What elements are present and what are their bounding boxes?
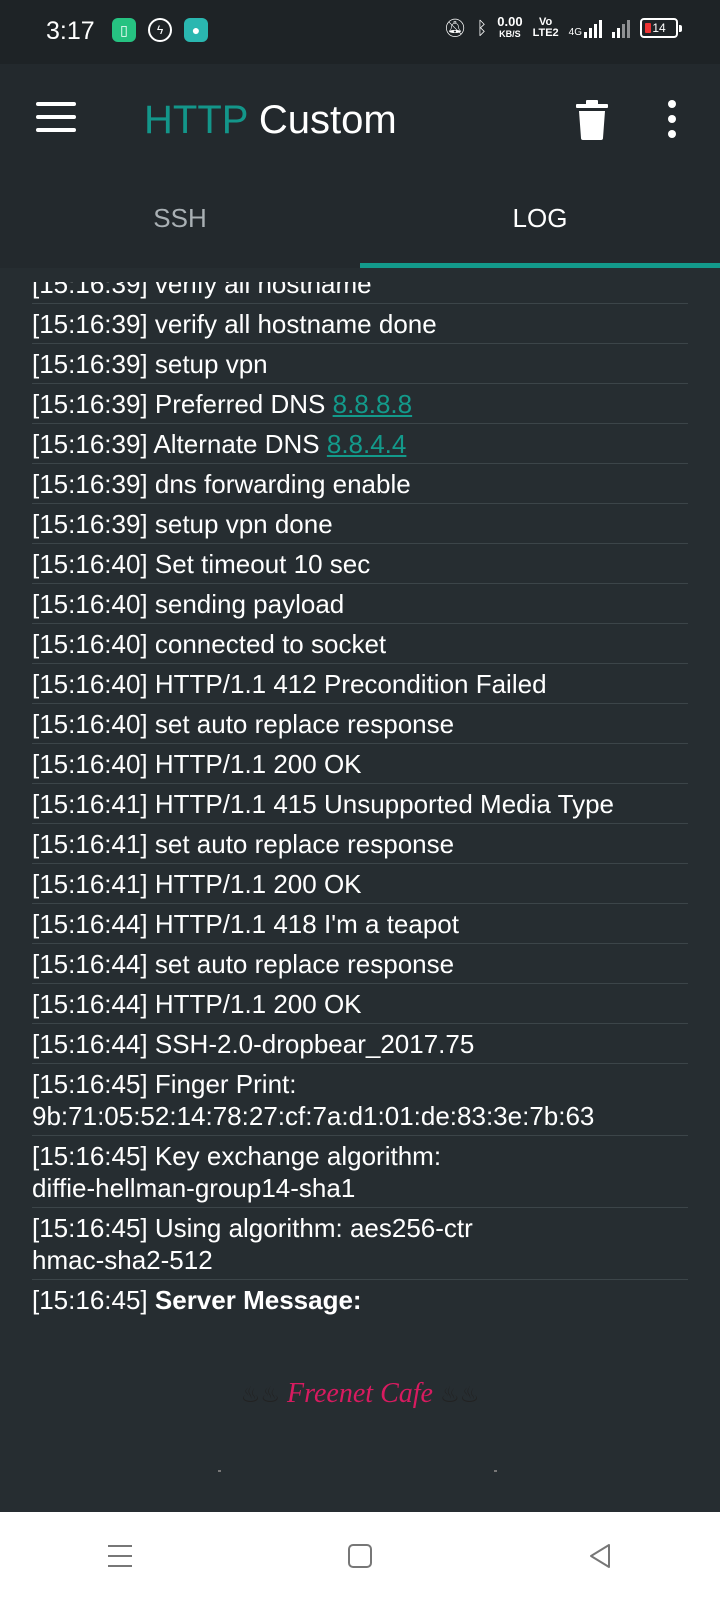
log-row: [15:16:40] Set timeout 10 sec (32, 544, 688, 584)
log-row: [15:16:39] Alternate DNS 8.8.4.4 (32, 424, 688, 464)
log-row: [15:16:39] verify all hostname (32, 282, 688, 304)
server-message-banner: ♨♨ Freenet Cafe ♨♨ (0, 1378, 720, 1410)
back-triangle-icon[interactable] (560, 1526, 640, 1586)
log-row: [15:16:44] set auto replace response (32, 944, 688, 984)
log-text: [15:16:40] set auto replace response (32, 709, 455, 739)
log-text: [15:16:40] HTTP/1.1 412 Precondition Fai… (32, 669, 547, 699)
log-text-continuation: diffie-hellman-group14-sha1 (32, 1173, 356, 1203)
app-notification-icon: ● (184, 18, 208, 42)
server-message-text: Freenet Cafe (287, 1378, 433, 1409)
log-text: [15:16:44] HTTP/1.1 200 OK (32, 989, 362, 1019)
bluetooth-icon: ᛒ (476, 17, 488, 38)
log-text: [15:16:39] verify all hostname done (32, 309, 437, 339)
log-row: [15:16:44] HTTP/1.1 418 I'm a teapot (32, 904, 688, 944)
app-title: HTTP Custom (144, 98, 397, 142)
log-row: [15:16:45] Finger Print: 9b:71:05:52:14:7… (32, 1064, 688, 1136)
dns-link[interactable]: 8.8.8.8 (333, 389, 413, 419)
log-text: [15:16:39] setup vpn (32, 349, 268, 379)
status-time: 3:17 (46, 17, 95, 45)
mute-bell-icon: 🔕︎ (443, 17, 467, 38)
log-text: [15:16:44] SSH-2.0-dropbear_2017.75 (32, 1029, 475, 1059)
signal-icon (584, 18, 602, 38)
hot-spring-icon: ♨♨ (240, 1382, 281, 1407)
log-text: [15:16:41] HTTP/1.1 415 Unsupported Medi… (32, 789, 614, 819)
log-text: [15:16:39] Preferred DNS (32, 389, 333, 419)
status-bar: 3:17 ▯ ϟ ● 🔕︎ ᛒ 0.00 KB/S Vo LTE2 4G 14 (0, 0, 720, 64)
log-row: [15:16:41] HTTP/1.1 415 Unsupported Medi… (32, 784, 688, 824)
tab-ssh[interactable]: SSH (0, 168, 360, 268)
log-text: [15:16:45] Key exchange algorithm: (32, 1141, 442, 1171)
log-row: [15:16:39] setup vpn done (32, 504, 688, 544)
log-text: [15:16:40] Set timeout 10 sec (32, 549, 371, 579)
status-indicators: 🔕︎ ᛒ 0.00 KB/S Vo LTE2 4G 14 (443, 14, 682, 40)
log-text: [15:16:41] HTTP/1.1 200 OK (32, 869, 362, 899)
more-options-icon[interactable] (665, 100, 679, 138)
battery-app-icon: ▯ (112, 18, 136, 42)
trash-icon[interactable] (574, 100, 610, 140)
log-text: [15:16:45] Using algorithm: aes256-ctr (32, 1213, 473, 1243)
log-text: [15:16:39] Alternate DNS (32, 429, 327, 459)
volte-indicator: Vo LTE2 (532, 16, 559, 39)
log-row-server-message: [15:16:45] Server Message: (32, 1285, 362, 1315)
log-row: [15:16:44] SSH-2.0-dropbear_2017.75 (32, 1024, 688, 1064)
hamburger-menu-icon[interactable] (36, 102, 76, 132)
log-text-continuation: 9b:71:05:52:14:78:27:cf:7a:d1:01:de:83:3… (32, 1101, 595, 1131)
log-text: [15:16:40] HTTP/1.1 200 OK (32, 749, 362, 779)
battery-icon: 14 (640, 18, 682, 38)
log-text: [15:16:44] set auto replace response (32, 949, 455, 979)
log-row: [15:16:39] verify all hostname done (32, 304, 688, 344)
log-row: [15:16:39] dns forwarding enable (32, 464, 688, 504)
log-list: [15:16:39] verify all hostname [15:16:39… (32, 282, 688, 1319)
log-text: [15:16:40] connected to socket (32, 629, 387, 659)
log-row: [15:16:45] Key exchange algorithm: diffie… (32, 1136, 688, 1208)
tab-log[interactable]: LOG (360, 168, 720, 268)
log-row: [15:16:41] set auto replace response (32, 824, 688, 864)
log-row: [15:16:45] Using algorithm: aes256-ctr hm… (32, 1208, 688, 1280)
recents-menu-icon[interactable] (80, 1526, 160, 1586)
notification-icons: ▯ ϟ ● (112, 18, 208, 42)
log-row: [15:16:39] Preferred DNS 8.8.8.8 (32, 384, 688, 424)
messenger-icon: ϟ (148, 18, 172, 42)
hot-spring-icon: ♨♨ (439, 1382, 480, 1407)
log-row: [15:16:39] setup vpn (32, 344, 688, 384)
log-text: [15:16:39] setup vpn done (32, 509, 333, 539)
log-text: [15:16:45] Finger Print: (32, 1069, 297, 1099)
log-row: [15:16:40] HTTP/1.1 200 OK (32, 744, 688, 784)
log-row: [15:16:44] HTTP/1.1 200 OK (32, 984, 688, 1024)
log-row: [15:16:40] sending payload (32, 584, 688, 624)
signal-icon-2 (612, 18, 630, 38)
log-text: [15:16:40] sending payload (32, 589, 345, 619)
log-panel[interactable]: [15:16:39] verify all hostname [15:16:39… (0, 268, 720, 1512)
log-row: [15:16:40] HTTP/1.1 412 Precondition Fai… (32, 664, 688, 704)
home-square-icon[interactable] (320, 1526, 400, 1586)
tab-bar: SSH LOG (0, 168, 720, 268)
log-text: [15:16:44] HTTP/1.1 418 I'm a teapot (32, 909, 459, 939)
divider-dot (218, 1470, 221, 1472)
log-text: [15:16:41] set auto replace response (32, 829, 455, 859)
network-type: 4G (568, 27, 582, 38)
app-bar: HTTP Custom SSH LOG (0, 64, 720, 268)
log-row: [15:16:41] HTTP/1.1 200 OK (32, 864, 688, 904)
network-speed: 0.00 KB/S (497, 14, 523, 39)
log-row: [15:16:40] set auto replace response (32, 704, 688, 744)
divider-dot (494, 1470, 497, 1472)
log-text: [15:16:39] dns forwarding enable (32, 469, 411, 499)
system-navigation-bar (0, 1512, 720, 1600)
dns-link[interactable]: 8.8.4.4 (327, 429, 407, 459)
log-text-continuation: hmac-sha2-512 (32, 1245, 213, 1275)
log-row: [15:16:40] connected to socket (32, 624, 688, 664)
